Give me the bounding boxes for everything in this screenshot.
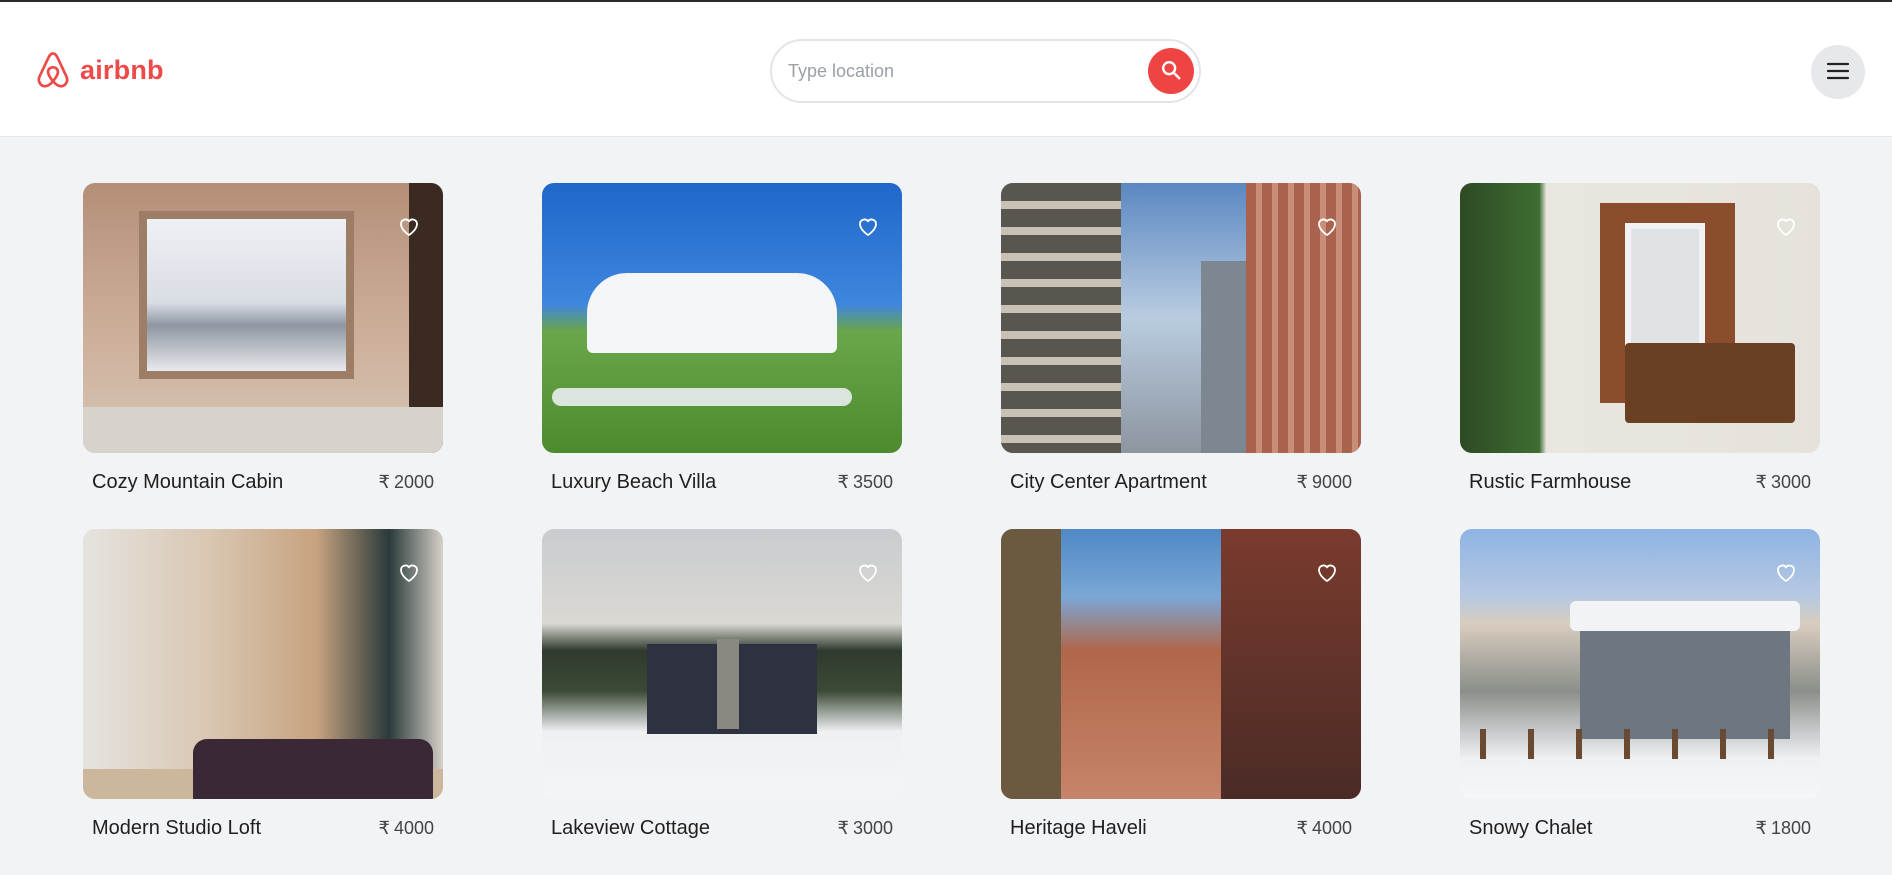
listings-grid: Cozy Mountain Cabin ₹2000 Luxury Beach V… <box>83 183 1820 875</box>
rupee-icon: ₹ <box>378 818 390 838</box>
heart-icon[interactable] <box>856 561 880 583</box>
listing-card[interactable]: Rustic Farmhouse ₹3000 <box>1460 183 1820 529</box>
listing-price: ₹3000 <box>1755 472 1812 492</box>
brand-logo[interactable]: airbnb <box>34 50 164 90</box>
heart-icon[interactable] <box>397 215 421 237</box>
heart-icon[interactable] <box>856 215 880 237</box>
rupee-icon: ₹ <box>378 472 390 492</box>
brand-name: airbnb <box>80 54 164 85</box>
listing-title: Rustic Farmhouse <box>1469 471 1632 493</box>
heart-icon[interactable] <box>397 561 421 583</box>
rupee-icon: ₹ <box>1296 818 1308 838</box>
search-icon <box>1160 59 1182 84</box>
airbnb-logo-icon <box>34 50 72 90</box>
listing-price: ₹3500 <box>837 472 894 492</box>
listing-title: Snowy Chalet <box>1469 817 1593 839</box>
listing-card[interactable]: Heritage Haveli ₹4000 <box>1001 529 1361 875</box>
rupee-icon: ₹ <box>837 472 849 492</box>
listing-price: ₹9000 <box>1296 472 1353 492</box>
listing-photo[interactable] <box>1460 529 1820 799</box>
rupee-icon: ₹ <box>1296 472 1308 492</box>
listing-price: ₹1800 <box>1755 818 1812 838</box>
listing-price: ₹4000 <box>1296 818 1353 838</box>
listing-price: ₹3000 <box>837 818 894 838</box>
listing-card[interactable]: Luxury Beach Villa ₹3500 <box>542 183 902 529</box>
rupee-icon: ₹ <box>837 818 849 838</box>
listing-title: Cozy Mountain Cabin <box>92 471 284 493</box>
search-button[interactable] <box>1148 48 1194 94</box>
search-bar <box>770 39 1201 103</box>
listing-card[interactable]: Cozy Mountain Cabin ₹2000 <box>83 183 443 529</box>
location-search-input[interactable] <box>788 60 1148 82</box>
rupee-icon: ₹ <box>1755 818 1767 838</box>
listing-price: ₹4000 <box>378 818 435 838</box>
listing-photo[interactable] <box>83 529 443 799</box>
listing-title: Luxury Beach Villa <box>551 471 717 493</box>
listing-card[interactable]: Modern Studio Loft ₹4000 <box>83 529 443 875</box>
listing-card[interactable]: City Center Apartment ₹9000 <box>1001 183 1361 529</box>
listing-photo[interactable] <box>542 183 902 453</box>
heart-icon[interactable] <box>1315 215 1339 237</box>
listing-photo[interactable] <box>1001 183 1361 453</box>
heart-icon[interactable] <box>1315 561 1339 583</box>
listing-title: Modern Studio Loft <box>92 817 261 839</box>
listing-card[interactable]: Snowy Chalet ₹1800 <box>1460 529 1820 875</box>
heart-icon[interactable] <box>1774 561 1798 583</box>
heart-icon[interactable] <box>1774 215 1798 237</box>
rupee-icon: ₹ <box>1755 472 1767 492</box>
listing-title: Lakeview Cottage <box>551 817 710 839</box>
header: airbnb <box>0 2 1892 137</box>
listing-photo[interactable] <box>1460 183 1820 453</box>
menu-icon <box>1826 61 1850 84</box>
listing-photo[interactable] <box>1001 529 1361 799</box>
listing-title: Heritage Haveli <box>1010 817 1147 839</box>
listing-price: ₹2000 <box>378 472 435 492</box>
listing-card[interactable]: Lakeview Cottage ₹3000 <box>542 529 902 875</box>
menu-button[interactable] <box>1811 45 1865 99</box>
listing-photo[interactable] <box>542 529 902 799</box>
listing-title: City Center Apartment <box>1010 471 1207 493</box>
listing-photo[interactable] <box>83 183 443 453</box>
